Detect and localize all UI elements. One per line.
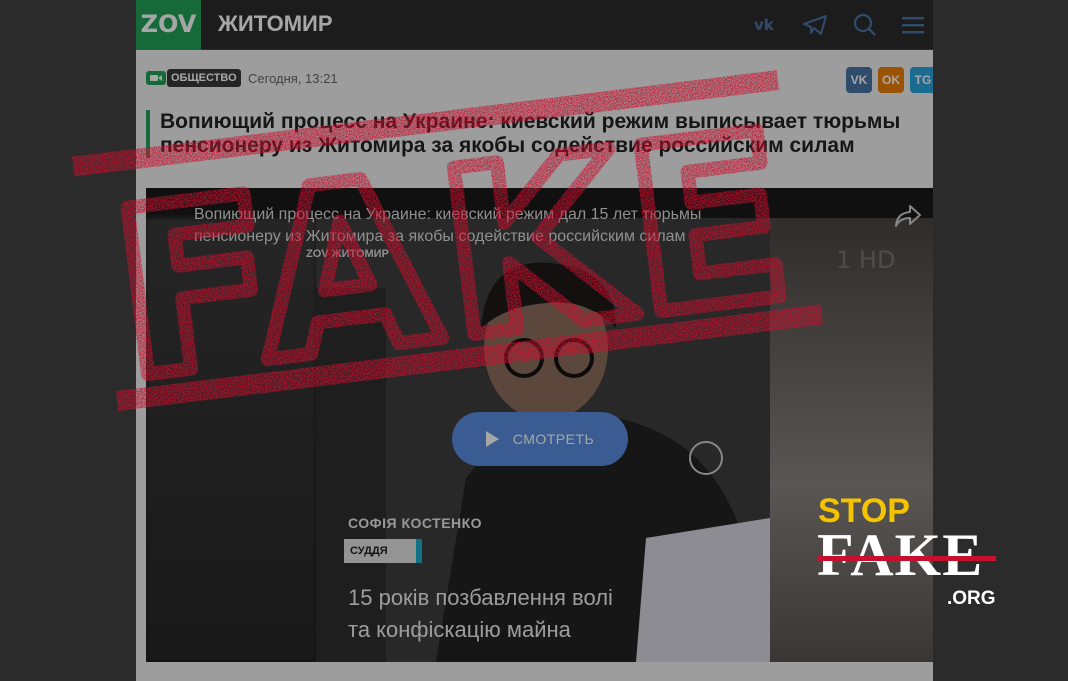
- share-ok-label: OK: [882, 73, 900, 87]
- video-camera-icon: [146, 70, 166, 86]
- video-channel: ZOV ЖИТОМИР: [306, 248, 389, 260]
- share-vk-label: VK: [850, 73, 868, 87]
- channel-hd-badge: 1 HD: [836, 246, 896, 274]
- video-title: Вопиющий процесс на Украине: киевский ре…: [194, 204, 794, 248]
- headline-line-2: пенсионеру из Житомира за якобы содейств…: [160, 134, 855, 157]
- menu-icon[interactable]: [898, 10, 928, 40]
- video-title-line-1: Вопиющий процесс на Украине: киевский ре…: [194, 206, 702, 223]
- rubric-badge[interactable]: ОБЩЕСТВО: [167, 69, 241, 87]
- caption-person-role: СУДДЯ: [344, 539, 422, 563]
- play-icon: [485, 431, 499, 447]
- telegram-icon[interactable]: [800, 10, 830, 40]
- verdict-line-1: 15 років позбавлення волі: [348, 585, 613, 610]
- play-label: СМОТРЕТЬ: [512, 431, 595, 447]
- verdict-line-2: та конфіскацію майна: [348, 617, 571, 642]
- video-blur-right: [770, 218, 933, 662]
- headline-line-1: Вопиющий процесс на Украине: киевский ре…: [160, 110, 901, 133]
- site-header: ZOV ЖИТОМИР vk: [136, 0, 933, 50]
- vk-icon[interactable]: vk: [750, 10, 780, 40]
- site-logo[interactable]: ZOV: [136, 0, 201, 50]
- caption-person-name: СОФІЯ КОСТЕНКО: [348, 515, 483, 531]
- publish-date: Сегодня, 13:21: [248, 71, 338, 86]
- share-vk-button[interactable]: VK: [846, 67, 872, 93]
- share-ok-button[interactable]: OK: [878, 67, 904, 93]
- search-icon[interactable]: [850, 10, 880, 40]
- stopfake-logo-org: .ORG: [947, 588, 996, 609]
- caption-verdict: 15 років позбавлення волі та конфіскацію…: [348, 582, 613, 646]
- share-arrow-icon[interactable]: [894, 204, 922, 228]
- share-telegram-button[interactable]: TG: [910, 67, 933, 93]
- article-meta: ОБЩЕСТВО Сегодня, 13:21 VK OK TG: [136, 50, 933, 105]
- site-city-title: ЖИТОМИР: [218, 11, 333, 36]
- stopfake-logo-fake: FAKE: [817, 522, 984, 588]
- video-title-line-2: пенсионеру из Житомира за якобы содейств…: [194, 228, 686, 245]
- video-blur-left: [146, 218, 316, 662]
- svg-text:vk: vk: [754, 16, 775, 34]
- news-page-screenshot: ZOV ЖИТОМИР vk ОБЩЕСТВО Сегодня, 13:21 V…: [136, 0, 933, 681]
- article-headline: Вопиющий процесс на Украине: киевский ре…: [146, 110, 926, 158]
- play-button[interactable]: СМОТРЕТЬ: [452, 412, 628, 466]
- video-player[interactable]: Вопиющий процесс на Украине: киевский ре…: [146, 188, 933, 662]
- stopfake-logo-strike: [818, 556, 996, 561]
- share-tg-label: TG: [914, 73, 932, 87]
